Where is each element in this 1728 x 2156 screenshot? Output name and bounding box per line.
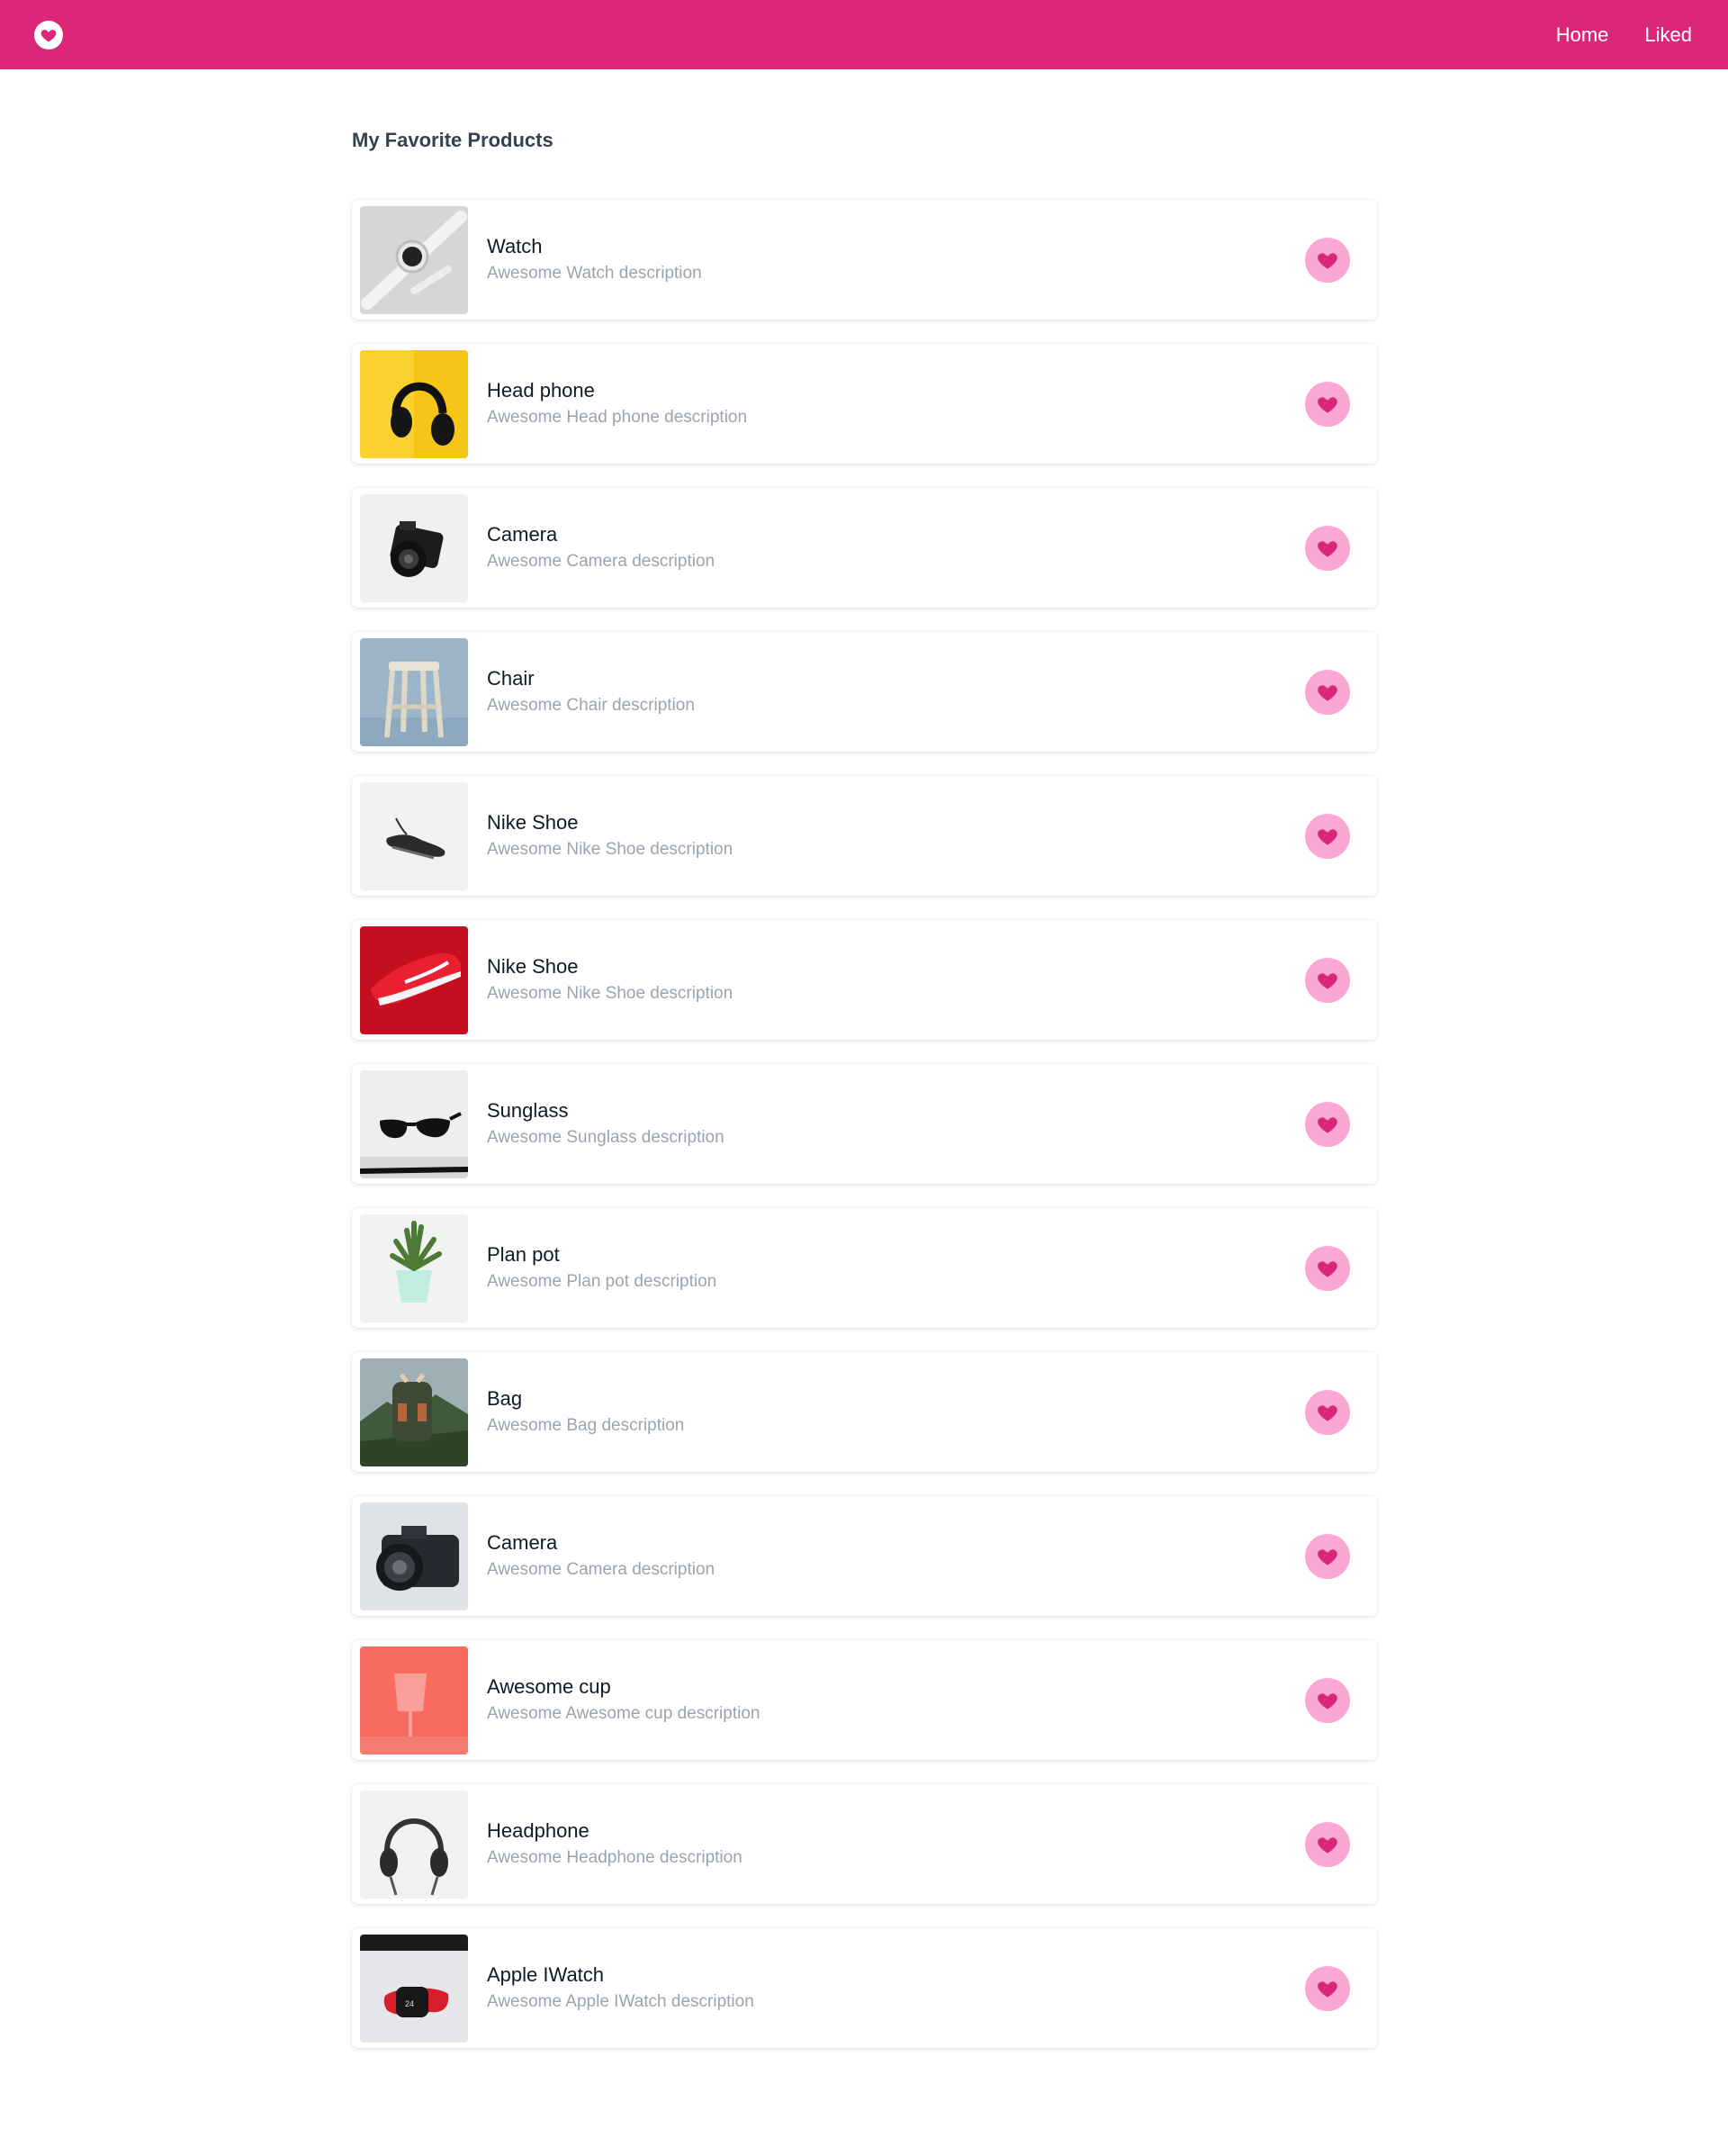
product-info: Watch Awesome Watch description [487,233,1305,287]
product-card[interactable]: Watch Awesome Watch description [352,200,1377,320]
product-info: Camera Awesome Camera description [487,521,1305,575]
product-description: Awesome Plan pot description [487,1271,717,1291]
product-description: Awesome Camera description [487,551,716,571]
svg-text:24: 24 [405,1999,414,2008]
heart-icon [1316,1833,1339,1856]
product-info: Plan pot Awesome Plan pot description [487,1241,1305,1295]
product-name[interactable]: Head phone [487,377,1305,404]
product-name[interactable]: Watch [487,233,1305,260]
product-image[interactable] [360,1069,468,1178]
product-info: Headphone Awesome Headphone description [487,1818,1305,1872]
heart-icon [1316,537,1339,560]
heart-icon [1316,1113,1339,1136]
product-name[interactable]: Plan pot [487,1241,1305,1268]
product-info: Chair Awesome Chair description [487,665,1305,719]
product-card[interactable]: Head phone Awesome Head phone description [352,344,1377,464]
product-name[interactable]: Camera [487,521,1305,548]
nav-link-home[interactable]: Home [1556,23,1609,47]
like-button[interactable] [1305,1821,1350,1867]
like-button[interactable] [1305,1533,1350,1579]
product-card[interactable]: Camera Awesome Camera description [352,488,1377,608]
like-button[interactable] [1305,1389,1350,1435]
heart-icon [1316,1689,1339,1712]
product-image[interactable] [360,205,468,314]
product-card[interactable]: Headphone Awesome Headphone description [352,1784,1377,1904]
product-description: Awesome Chair description [487,695,695,715]
page-title: My Favorite Products [352,129,554,151]
product-info: Awesome cup Awesome Awesome cup descripti… [487,1673,1305,1728]
product-image[interactable] [360,1358,468,1466]
product-name[interactable]: Nike Shoe [487,809,1305,836]
product-name[interactable]: Headphone [487,1818,1305,1845]
product-description: Awesome Nike Shoe description [487,839,734,859]
product-name[interactable]: Bag [487,1385,1305,1412]
product-info: Nike Shoe Awesome Nike Shoe description [487,953,1305,1007]
product-description: Awesome Camera description [487,1559,716,1579]
like-button[interactable] [1305,1965,1350,2011]
product-card[interactable]: Sunglass Awesome Sunglass description [352,1064,1377,1184]
product-card[interactable]: Chair Awesome Chair description [352,632,1377,752]
heart-icon [1316,1545,1339,1568]
product-description: Awesome Awesome cup description [487,1703,760,1723]
product-name[interactable]: Chair [487,665,1305,692]
like-button[interactable] [1305,957,1350,1003]
product-info: Head phone Awesome Head phone description [487,377,1305,431]
like-button[interactable] [1305,525,1350,571]
heart-icon [1316,969,1339,992]
product-description: Awesome Nike Shoe description [487,983,734,1003]
product-description: Awesome Watch description [487,263,702,283]
heart-icon [1316,1401,1339,1424]
like-button[interactable] [1305,669,1350,715]
like-button[interactable] [1305,1245,1350,1291]
nav-link-liked[interactable]: Liked [1644,23,1692,47]
product-description: Awesome Sunglass description [487,1127,724,1147]
product-description: Awesome Bag description [487,1415,685,1435]
product-name[interactable]: Apple IWatch [487,1962,1305,1989]
product-name[interactable]: Nike Shoe [487,953,1305,980]
product-card[interactable]: Plan pot Awesome Plan pot description [352,1208,1377,1328]
product-image[interactable] [360,781,468,890]
heart-icon [1316,681,1339,704]
product-card[interactable]: Awesome cup Awesome Awesome cup descripti… [352,1640,1377,1760]
like-button[interactable] [1305,381,1350,427]
favorite-products-list: Watch Awesome Watch description Head phone… [352,200,1377,2072]
like-button[interactable] [1305,1101,1350,1147]
nav-links: Home Liked [1556,23,1692,47]
heart-icon [1316,1257,1339,1280]
product-image[interactable] [360,493,468,602]
product-description: Awesome Apple IWatch description [487,1991,754,2011]
product-info: Nike Shoe Awesome Nike Shoe description [487,809,1305,863]
product-name[interactable]: Sunglass [487,1097,1305,1124]
product-card[interactable]: Nike Shoe Awesome Nike Shoe description [352,920,1377,1040]
product-info: Bag Awesome Bag description [487,1385,1305,1439]
heart-logo-icon[interactable] [34,20,63,50]
product-image[interactable] [360,1646,468,1755]
product-image[interactable] [360,925,468,1034]
like-button[interactable] [1305,813,1350,859]
product-info: Camera Awesome Camera description [487,1529,1305,1583]
product-image[interactable] [360,349,468,458]
like-button[interactable] [1305,237,1350,283]
product-description: Awesome Headphone description [487,1847,742,1867]
product-name[interactable]: Camera [487,1529,1305,1556]
heart-icon [1316,825,1339,848]
product-card[interactable]: 24 Apple IWatch Awesome Apple IWatch descr… [352,1928,1377,2048]
like-button[interactable] [1305,1677,1350,1723]
product-image[interactable] [360,1790,468,1899]
product-image[interactable] [360,637,468,746]
heart-icon [1316,1977,1339,2000]
product-image[interactable] [360,1502,468,1610]
top-navbar: Home Liked [0,0,1728,69]
product-info: Apple IWatch Awesome Apple IWatch descrip… [487,1962,1305,2016]
heart-icon [1316,392,1339,416]
product-card[interactable]: Camera Awesome Camera description [352,1496,1377,1616]
heart-icon [1316,248,1339,272]
product-name[interactable]: Awesome cup [487,1673,1305,1700]
product-card[interactable]: Nike Shoe Awesome Nike Shoe description [352,776,1377,896]
product-info: Sunglass Awesome Sunglass description [487,1097,1305,1151]
product-card[interactable]: Bag Awesome Bag description [352,1352,1377,1472]
product-description: Awesome Head phone description [487,407,748,427]
product-image[interactable] [360,1213,468,1322]
product-image[interactable]: 24 [360,1934,468,2043]
